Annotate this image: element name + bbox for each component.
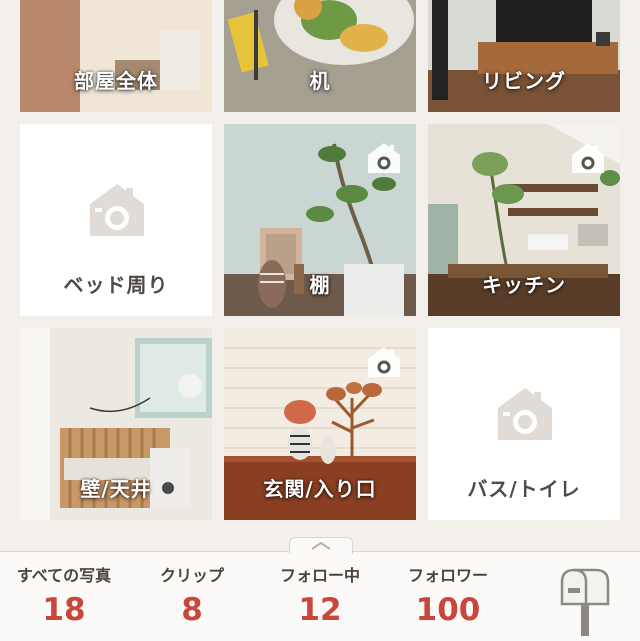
profile-stats-bar: すべての写真 18 クリップ 8 フォロー中 12 フォロワー 100	[0, 551, 640, 641]
room-label: 部屋全体	[74, 69, 158, 93]
room-photo	[20, 0, 212, 112]
room-photo	[428, 0, 620, 112]
room-tile-whole-room[interactable]: 部屋全体	[20, 0, 212, 112]
stat-label: フォロー中	[279, 566, 360, 585]
stat-count: 18	[42, 592, 86, 628]
room-tile-bed[interactable]: ベッド周り	[20, 124, 212, 316]
home-camera-icon	[572, 143, 604, 173]
stat-count: 12	[298, 592, 342, 628]
room-label: キッチン	[482, 273, 566, 297]
stat-label: フォロワー	[407, 566, 488, 585]
stat-count: 100	[415, 592, 481, 628]
room-tile-desk[interactable]: 机	[224, 0, 416, 112]
stat-clips[interactable]: クリップ 8	[142, 562, 242, 628]
room-label: 玄関/入り口	[263, 477, 377, 501]
room-label: 棚	[309, 273, 331, 297]
room-label: 机	[309, 69, 331, 93]
room-tile-entrance[interactable]: 玄関/入り口	[224, 328, 416, 520]
mailbox-icon[interactable]	[556, 564, 612, 636]
room-tile-living[interactable]: リビング	[428, 0, 620, 112]
stat-all-photos[interactable]: すべての写真 18	[8, 562, 120, 628]
home-camera-icon	[368, 143, 400, 173]
stat-label: すべての写真	[16, 566, 112, 585]
room-label: 壁/天井	[80, 477, 152, 501]
chevron-up-icon	[311, 541, 331, 550]
stat-following[interactable]: フォロー中 12	[266, 562, 374, 628]
home-camera-icon	[498, 388, 552, 440]
room-tile-wall-ceiling[interactable]: 壁/天井	[20, 328, 212, 520]
room-grid: 部屋全体 机 リビング ベッド周り 棚 キッチン 壁/天井 玄関/入り口 バス/…	[0, 0, 640, 540]
pull-up-tab[interactable]	[289, 537, 353, 554]
home-camera-icon	[368, 347, 400, 377]
stat-followers[interactable]: フォロワー 100	[392, 562, 504, 628]
room-tile-bath-toilet[interactable]: バス/トイレ	[428, 328, 620, 520]
room-label: バス/トイレ	[467, 477, 581, 501]
room-photo	[224, 0, 416, 112]
room-label: リビング	[482, 69, 566, 93]
room-label: ベッド周り	[63, 273, 169, 297]
room-tile-kitchen[interactable]: キッチン	[428, 124, 620, 316]
stat-label: クリップ	[159, 566, 224, 585]
home-camera-icon	[90, 184, 144, 236]
stat-count: 8	[181, 592, 203, 628]
room-tile-shelf[interactable]: 棚	[224, 124, 416, 316]
